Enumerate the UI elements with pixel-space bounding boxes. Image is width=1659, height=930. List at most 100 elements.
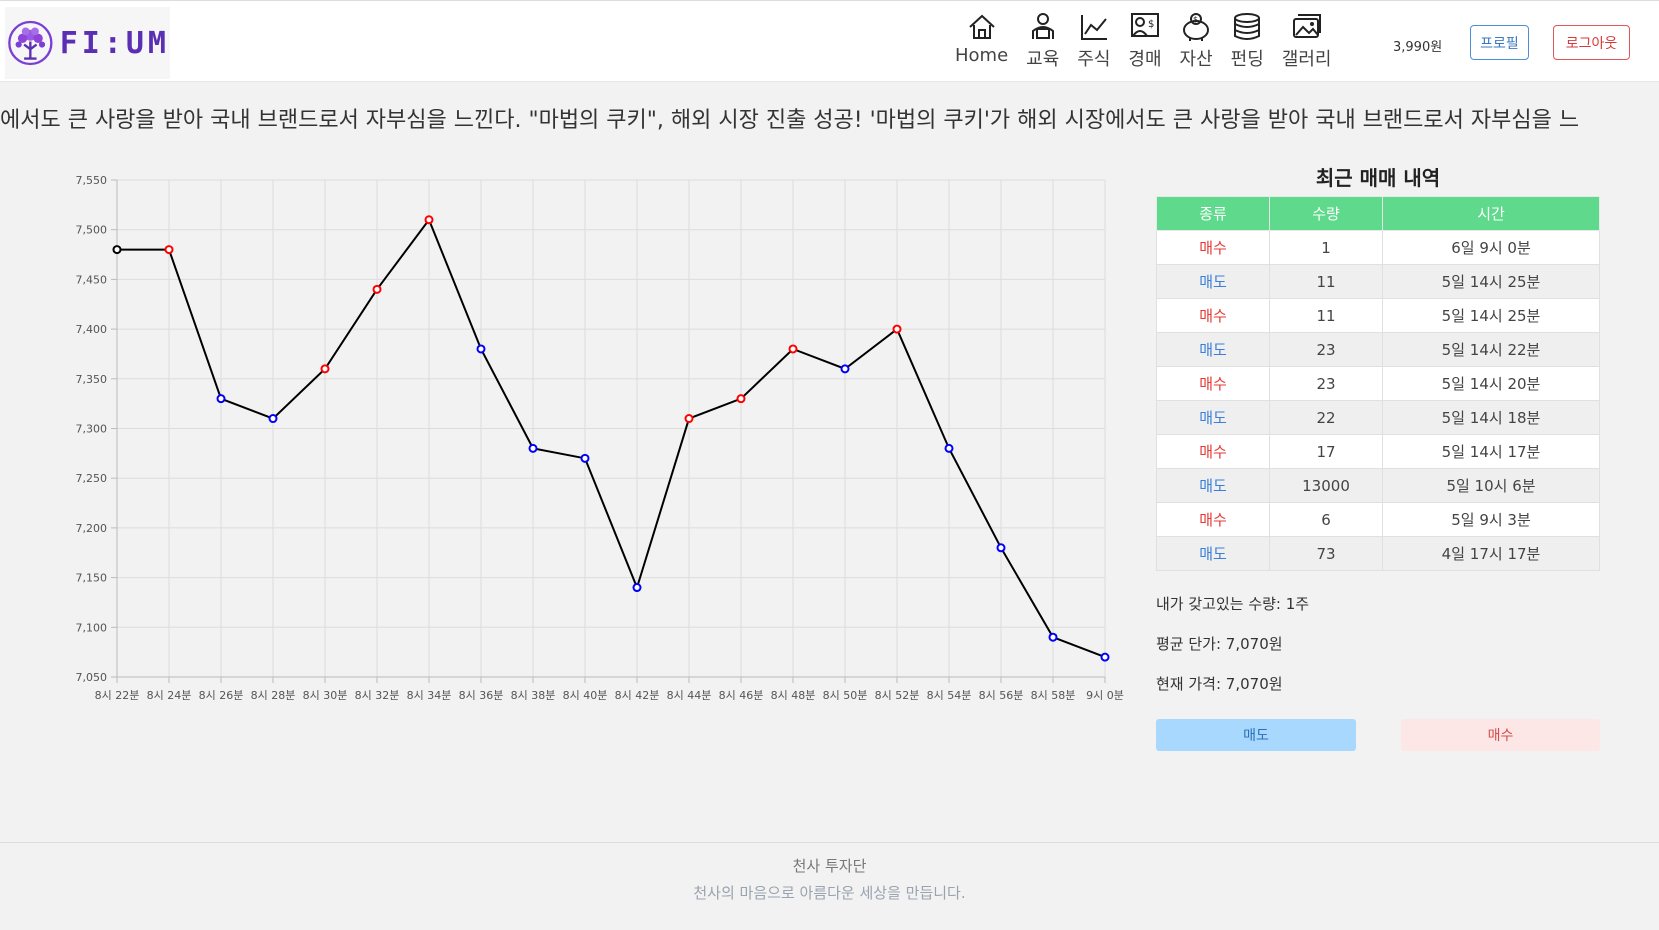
nav-stock[interactable]: 주식 — [1077, 11, 1110, 71]
brand-name: FI:UM — [59, 25, 170, 61]
data-point — [684, 414, 694, 424]
trade-quantity-cell: 1 — [1269, 230, 1383, 265]
x-tick-label: 8시 42분 — [615, 689, 660, 702]
trade-type-cell: 매도 — [1156, 332, 1270, 367]
x-tick-label: 8시 38분 — [511, 689, 556, 702]
data-point — [164, 245, 174, 255]
nav-auction[interactable]: $ 경매 — [1128, 11, 1162, 71]
data-point — [528, 443, 538, 453]
home-icon — [968, 14, 995, 39]
trade-time-cell: 5일 10시 6분 — [1382, 468, 1600, 503]
data-point — [944, 443, 954, 453]
x-tick-label: 8시 22분 — [95, 689, 140, 702]
x-tick-label: 8시 48분 — [771, 689, 816, 702]
table-row: 매도 11 5일 14시 25분 — [1156, 264, 1600, 299]
y-tick-label: 7,100 — [76, 621, 108, 634]
table-row: 매도 22 5일 14시 18분 — [1156, 400, 1600, 435]
x-tick-label: 8시 56분 — [979, 689, 1024, 702]
trade-panel: 최근 매매 내역 종류 수량 시간 매수 1 6일 9시 0분 매도 11 5일 14시 … — [1156, 160, 1600, 759]
trade-quantity-cell: 73 — [1269, 536, 1383, 571]
nav-home[interactable]: Home — [955, 11, 1008, 71]
trade-type-cell: 매수 — [1156, 502, 1270, 537]
coins-icon — [1234, 13, 1261, 40]
x-tick-label: 8시 44분 — [667, 689, 712, 702]
nav-funding[interactable]: 펀딩 — [1231, 11, 1264, 71]
nav-label: Home — [955, 45, 1009, 66]
average-price: 평균 단가: 7,070원 — [1156, 635, 1283, 653]
table-header-row: 종류 수량 시간 — [1156, 196, 1600, 231]
current-price: 현재 가격: 7,070원 — [1156, 675, 1283, 693]
trade-time-cell: 5일 14시 18분 — [1382, 400, 1600, 435]
trade-quantity-cell: 22 — [1269, 400, 1383, 435]
table-row: 매도 23 5일 14시 22분 — [1156, 332, 1600, 367]
data-point — [892, 324, 902, 334]
y-tick-label: 7,050 — [76, 671, 108, 684]
y-tick-label: 7,500 — [76, 224, 108, 237]
table-row: 매수 23 5일 14시 20분 — [1156, 366, 1600, 401]
brand-logo[interactable]: FI:UM — [5, 7, 170, 79]
table-row: 매수 6 5일 9시 3분 — [1156, 502, 1600, 537]
stock-chart-icon — [1080, 15, 1107, 40]
holdings-info: 내가 갖고있는 수량: 1주 평균 단가: 7,070원 현재 가격: 7,07… — [1156, 593, 1600, 713]
trade-type-cell: 매도 — [1156, 400, 1270, 435]
trade-type-cell: 매수 — [1156, 366, 1270, 401]
data-point — [112, 245, 122, 255]
trade-quantity-cell: 23 — [1269, 366, 1383, 401]
x-tick-label: 8시 28분 — [251, 689, 296, 702]
nav-label: 갤러리 — [1281, 49, 1332, 70]
nav-gallery[interactable]: 갤러리 — [1281, 11, 1332, 71]
trade-quantity-cell: 11 — [1269, 298, 1383, 333]
ticker-text: 에서도 큰 사랑을 받아 국내 브랜드로서 자부심을 느낀다. "마법의 쿠키"… — [0, 108, 1580, 133]
buy-button[interactable]: 매수 — [1401, 719, 1600, 751]
holding-quantity: 내가 갖고있는 수량: 1주 — [1156, 595, 1310, 613]
data-point — [788, 344, 798, 354]
page-footer: 천사 투자단 천사의 마음으로 아름다운 세상을 만듭니다. — [0, 842, 1659, 930]
data-point — [476, 344, 486, 354]
x-tick-label: 8시 32분 — [355, 689, 400, 702]
footer-title: 천사 투자단 — [792, 857, 867, 875]
data-point — [1100, 652, 1110, 662]
data-point — [268, 414, 278, 424]
x-tick-label: 8시 52분 — [875, 689, 920, 702]
piggy-bank-icon: $ — [1183, 13, 1210, 41]
nav-education[interactable]: 교육 — [1026, 11, 1059, 71]
data-point — [216, 394, 226, 404]
data-point — [320, 364, 330, 374]
nav-assets[interactable]: $ 자산 — [1180, 11, 1213, 71]
x-tick-label: 8시 36분 — [459, 689, 504, 702]
x-tick-label: 8시 24분 — [147, 689, 192, 702]
table-row: 매수 11 5일 14시 25분 — [1156, 298, 1600, 333]
x-tick-label: 8시 46분 — [719, 689, 764, 702]
table-row: 매수 17 5일 14시 17분 — [1156, 434, 1600, 469]
sell-button[interactable]: 매도 — [1156, 719, 1356, 751]
auction-icon: $ — [1130, 13, 1159, 37]
data-point — [580, 453, 590, 463]
y-tick-label: 7,250 — [76, 472, 108, 485]
y-tick-label: 7,300 — [76, 423, 108, 436]
main-nav: Home 교육 주식 $ 경매 $ 자산 펀딩 갤러리 — [955, 11, 1349, 71]
table-row: 매수 1 6일 9시 0분 — [1156, 230, 1600, 265]
x-tick-label: 8시 34분 — [407, 689, 452, 702]
nav-label: 교육 — [1026, 49, 1060, 70]
data-point — [736, 394, 746, 404]
trade-time-cell: 5일 14시 25분 — [1382, 298, 1600, 333]
trade-type-cell: 매도 — [1156, 264, 1270, 299]
logout-button[interactable]: 로그아웃 — [1553, 25, 1630, 60]
x-tick-label: 8시 26분 — [199, 689, 244, 702]
data-point — [632, 583, 642, 593]
trade-quantity-cell: 13000 — [1269, 468, 1383, 503]
balance-display: 3,990원 — [1393, 40, 1443, 55]
trade-time-cell: 5일 14시 22분 — [1382, 332, 1600, 367]
column-header-type: 종류 — [1156, 196, 1270, 231]
tree-logo-icon — [8, 20, 53, 66]
trade-type-cell: 매수 — [1156, 230, 1270, 265]
svg-text:$: $ — [1193, 15, 1198, 24]
price-line-chart: 7,050 7,100 7,150 7,200 7,250 7,300 7,350 7,400… — [76, 174, 1124, 702]
table-row: 매도 13000 5일 10시 6분 — [1156, 468, 1600, 503]
trade-actions: 매도 매수 — [1156, 719, 1600, 759]
y-tick-label: 7,200 — [76, 522, 108, 535]
trade-type-cell: 매수 — [1156, 298, 1270, 333]
profile-button[interactable]: 프로필 — [1470, 25, 1529, 60]
y-tick-label: 7,450 — [76, 273, 108, 286]
x-tick-label: 8시 40분 — [563, 689, 608, 702]
